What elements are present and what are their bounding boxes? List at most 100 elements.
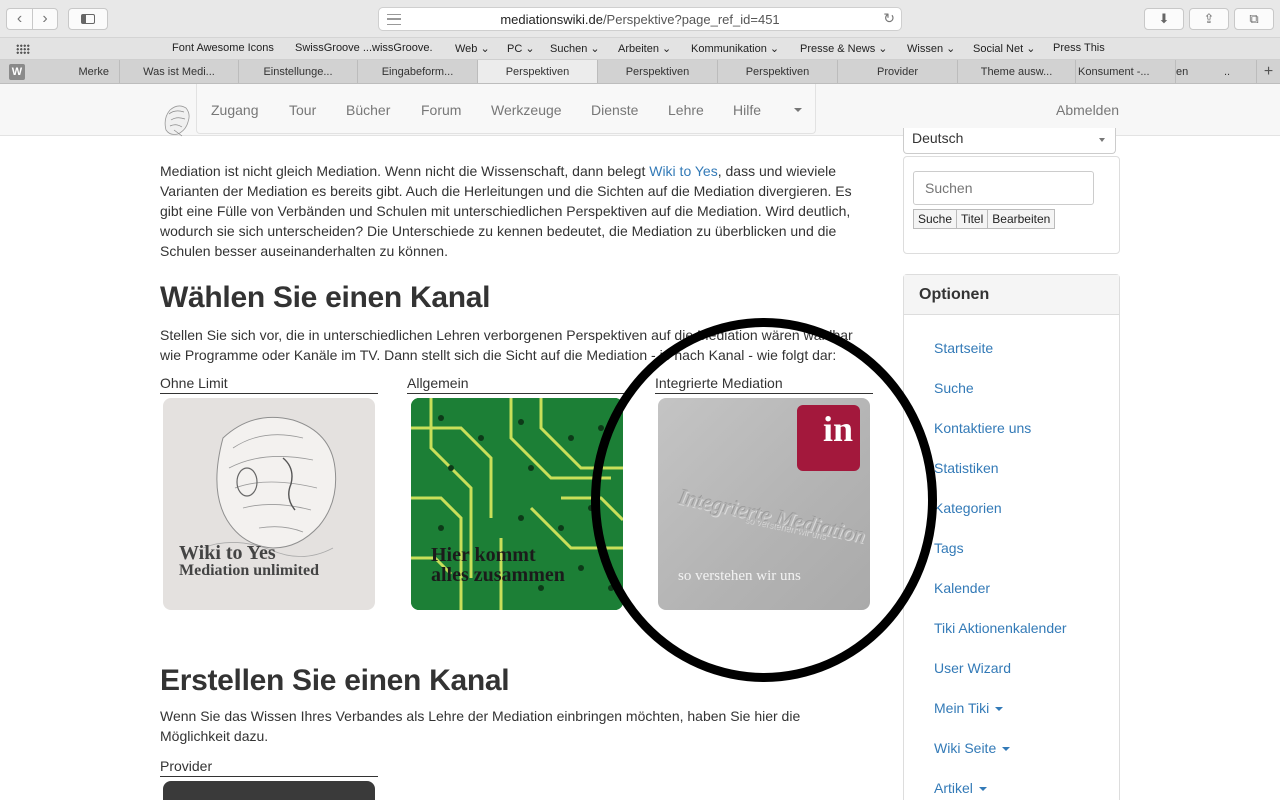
channel-label-provider: Provider xyxy=(160,758,378,777)
bookmark-item[interactable]: Arbeiten ⌄ xyxy=(618,42,671,55)
option-suche[interactable]: Suche xyxy=(934,380,974,396)
option-statistiken[interactable]: Statistiken xyxy=(934,460,999,476)
tab-konsument[interactable]: Konsument -... xyxy=(1076,60,1176,83)
address-bar[interactable]: mediationswiki.de/Perspektive?page_ref_i… xyxy=(378,7,902,31)
download-icon: ⬇ xyxy=(1158,11,1170,26)
channel-image-ohne-limit[interactable]: Wiki to Yes Mediation unlimited xyxy=(163,398,375,610)
apps-grid-icon[interactable] xyxy=(16,44,30,54)
intro-text-start: Mediation ist nicht gleich Mediation. We… xyxy=(160,163,650,179)
menu-item-hilfe[interactable]: Hilfe xyxy=(733,102,761,118)
tab-perspektiven-active[interactable]: Perspektiven xyxy=(478,60,598,83)
option-kalender[interactable]: Kalender xyxy=(934,580,990,596)
chevron-right-icon: › xyxy=(42,10,48,27)
tab-perspektiven[interactable]: Perspektiven xyxy=(598,60,718,83)
option-mein-tiki[interactable]: Mein Tiki xyxy=(934,700,1004,716)
tab-label: Theme ausw... xyxy=(980,65,1053,78)
option-tags[interactable]: Tags xyxy=(934,540,964,556)
bookmark-item[interactable]: PC ⌄ xyxy=(507,42,535,55)
tab-overflow[interactable]: en xyxy=(1176,60,1212,83)
tab-provider[interactable]: Provider xyxy=(838,60,958,83)
option-tiki-aktionenkalender[interactable]: Tiki Aktionenkalender xyxy=(934,620,1067,636)
bookmark-item[interactable]: Kommunikation ⌄ xyxy=(691,42,779,55)
bookmark-item[interactable]: Presse & News ⌄ xyxy=(800,42,887,55)
language-select[interactable]: Deutsch xyxy=(903,128,1116,154)
menu-item-werkzeuge[interactable]: Werkzeuge xyxy=(491,102,562,118)
bookmark-item[interactable]: Social Net ⌄ xyxy=(973,42,1035,55)
sidebar-toggle-button[interactable] xyxy=(68,8,108,30)
forward-button[interactable]: › xyxy=(32,8,58,30)
menu-item-forum[interactable]: Forum xyxy=(421,102,461,118)
options-panel: Optionen Startseite Suche Kontaktiere un… xyxy=(903,274,1120,800)
tab-einstellungen[interactable]: Einstellunge... xyxy=(239,60,358,83)
caret-down-icon xyxy=(978,787,987,792)
logout-link[interactable]: Abmelden xyxy=(1056,102,1119,118)
tab-eingabeform[interactable]: Eingabeform... xyxy=(358,60,478,83)
tabs-icon: ⧉ xyxy=(1249,11,1259,26)
share-button[interactable]: ⇪ xyxy=(1189,8,1229,30)
reader-icon[interactable] xyxy=(387,14,401,25)
site-logo[interactable] xyxy=(160,100,194,140)
tab-label: .. xyxy=(1223,65,1231,78)
section-text-erstellen: Wenn Sie das Wissen Ihres Verbandes als … xyxy=(160,708,801,744)
tab-label: Perspektiven xyxy=(625,65,690,78)
section-title-erstellen: Erstellen Sie einen Kanal xyxy=(160,664,510,697)
wiki-to-yes-link[interactable]: Wiki to Yes xyxy=(649,163,717,179)
tab-label: en xyxy=(1176,65,1189,78)
tab-theme-auswahl[interactable]: Theme ausw... xyxy=(958,60,1076,83)
menu-item-buecher[interactable]: Bücher xyxy=(346,102,390,118)
option-kategorien[interactable]: Kategorien xyxy=(934,500,1002,516)
wiki-favicon-icon: W xyxy=(9,64,25,80)
channel-image-integrierte-mediation[interactable]: in Integrierte Mediation so verstehen wi… xyxy=(658,398,870,610)
tab-merke[interactable]: W Merke xyxy=(0,60,120,83)
tabs-overview-button[interactable]: ⧉ xyxy=(1234,8,1274,30)
option-startseite[interactable]: Startseite xyxy=(934,340,993,356)
tab-label: Merke xyxy=(78,65,109,78)
tab-bar: W Merke Was ist Medi... Einstellunge... … xyxy=(0,60,1280,84)
channel-image-allgemein[interactable]: Hier kommt alles zusammen xyxy=(411,398,623,610)
menu-item-tour[interactable]: Tour xyxy=(289,102,316,118)
plus-icon: + xyxy=(1263,62,1274,80)
option-kontaktiere-uns[interactable]: Kontaktiere uns xyxy=(934,420,1031,436)
caret-down-icon xyxy=(995,707,1004,712)
option-user-wizard[interactable]: User Wizard xyxy=(934,660,1011,676)
history-buttons: ‹ › xyxy=(6,8,58,30)
channel-label-ohne-limit: Ohne Limit xyxy=(160,375,378,394)
channel-image-provider[interactable] xyxy=(163,781,375,800)
channel-label-integrierte-mediation: Integrierte Mediation xyxy=(655,375,873,394)
search-buttons: Suche Titel Bearbeiten xyxy=(913,209,1056,229)
reload-icon[interactable]: ↻ xyxy=(883,10,895,27)
menu-item-zugang[interactable]: Zugang xyxy=(211,102,258,118)
image-caption-line2: Mediation unlimited xyxy=(179,562,320,579)
back-button[interactable]: ‹ xyxy=(6,8,32,30)
more-menu-caret-icon[interactable] xyxy=(794,108,802,112)
section-title-waehlen: Wählen Sie einen Kanal xyxy=(160,281,491,314)
option-artikel[interactable]: Artikel xyxy=(934,780,987,796)
bookmark-item[interactable]: Wissen ⌄ xyxy=(907,42,955,55)
title-search-button[interactable]: Titel xyxy=(956,209,989,229)
bookmark-item[interactable]: Suchen ⌄ xyxy=(550,42,600,55)
option-wiki-seite[interactable]: Wiki Seite xyxy=(934,740,1011,756)
option-label: Wiki Seite xyxy=(934,740,997,756)
downloads-button[interactable]: ⬇ xyxy=(1144,8,1184,30)
option-label: Artikel xyxy=(934,780,973,796)
tab-label: Was ist Medi... xyxy=(143,65,215,78)
edit-search-button[interactable]: Bearbeiten xyxy=(987,209,1056,229)
image-caption: so verstehen wir uns xyxy=(678,568,801,584)
tab-overflow-more[interactable]: .. xyxy=(1212,60,1242,83)
bookmark-item[interactable]: Web ⌄ xyxy=(455,42,490,55)
bookmark-item[interactable]: Font Awesome Icons xyxy=(172,42,274,54)
search-input[interactable] xyxy=(913,171,1094,205)
url-path: /Perspektive?page_ref_id=451 xyxy=(602,11,780,27)
menu-item-dienste[interactable]: Dienste xyxy=(591,102,638,118)
search-button[interactable]: Suche xyxy=(913,209,958,229)
in-badge-logo: in xyxy=(797,405,860,471)
new-tab-button[interactable]: + xyxy=(1256,60,1280,83)
tab-was-ist-mediation[interactable]: Was ist Medi... xyxy=(120,60,239,83)
tab-label: Konsument -... xyxy=(1078,65,1150,78)
tab-perspektiven[interactable]: Perspektiven xyxy=(718,60,838,83)
bookmark-item[interactable]: SwissGroove ...wissGroove. xyxy=(295,42,433,54)
tab-label: Eingabeform... xyxy=(381,65,454,78)
bookmark-item[interactable]: Press This xyxy=(1053,42,1105,54)
menu-item-lehre[interactable]: Lehre xyxy=(668,102,704,118)
tab-label: Einstellunge... xyxy=(263,65,333,78)
